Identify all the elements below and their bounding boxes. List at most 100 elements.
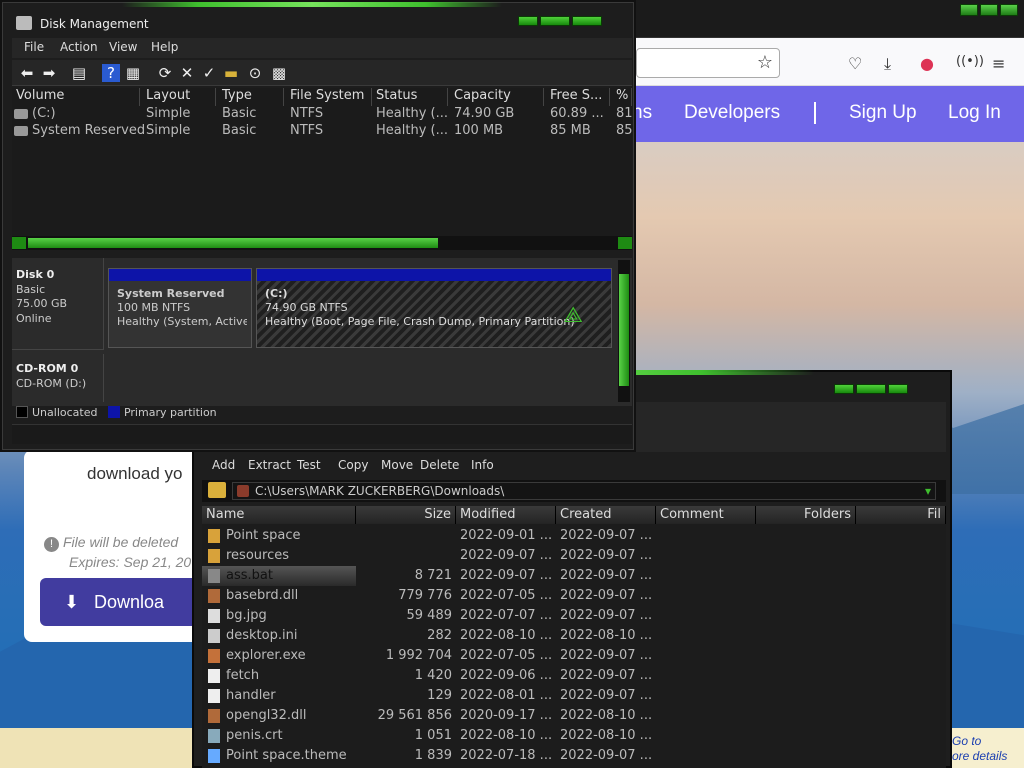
download-button[interactable]: ⬇ Downloa bbox=[40, 578, 204, 626]
extension2-icon[interactable]: ((•)) bbox=[956, 54, 984, 69]
menu-action[interactable]: Action bbox=[60, 40, 98, 54]
pocket-icon[interactable]: ♡ bbox=[848, 54, 862, 73]
file-row[interactable]: penis.crt 1 051 2022-08-10 ... 2022-08-10 .… bbox=[202, 726, 946, 746]
folder-up-icon[interactable] bbox=[208, 482, 226, 498]
refresh-icon[interactable]: ⟳ bbox=[156, 64, 174, 82]
volume-cell-pct[interactable]: 81 bbox=[616, 106, 633, 121]
col-layout[interactable]: Layout bbox=[142, 88, 216, 106]
menu-copy[interactable]: Copy bbox=[338, 458, 368, 472]
close-button[interactable] bbox=[888, 384, 908, 394]
col-filesystem[interactable]: File System bbox=[286, 88, 372, 106]
col-size[interactable]: Size bbox=[356, 506, 456, 524]
col-type[interactable]: Type bbox=[218, 88, 284, 106]
nav-link-developers[interactable]: Developers bbox=[684, 102, 780, 124]
console-tree-icon[interactable]: ▤ bbox=[70, 64, 88, 82]
col-modified[interactable]: Modified bbox=[456, 506, 556, 524]
volume-cell-fs[interactable]: NTFS bbox=[290, 106, 323, 121]
volume-cell-status[interactable]: Healthy (... bbox=[376, 123, 448, 138]
menu-move[interactable]: Move bbox=[381, 458, 413, 472]
url-bar[interactable]: ☆ bbox=[636, 48, 780, 78]
extension-icon[interactable]: ● bbox=[920, 54, 934, 73]
col-folders[interactable]: Folders bbox=[756, 506, 856, 524]
file-row[interactable]: handler 129 2022-08-01 ... 2022-09-07 ... bbox=[202, 686, 946, 706]
file-row[interactable]: desktop.ini 282 2022-08-10 ... 2022-08-10 .… bbox=[202, 626, 946, 646]
col-status[interactable]: Status bbox=[372, 88, 448, 106]
volume-cell-type[interactable]: Basic bbox=[222, 106, 256, 121]
open-folder-icon[interactable]: ▬ bbox=[222, 64, 240, 82]
col-percent[interactable]: % bbox=[612, 88, 632, 106]
legend-unallocated: Unallocated bbox=[32, 406, 98, 419]
file-row[interactable]: fetch 1 420 2022-09-06 ... 2022-09-07 ... bbox=[202, 666, 946, 686]
col-name[interactable]: Name bbox=[202, 506, 356, 524]
details-hint[interactable]: Go to ore details bbox=[952, 734, 1007, 764]
menu-add[interactable]: Add bbox=[212, 458, 235, 472]
bookmark-star-icon[interactable]: ☆ bbox=[757, 52, 773, 73]
check-icon[interactable]: ✓ bbox=[200, 64, 218, 82]
menu-help[interactable]: Help bbox=[151, 40, 178, 54]
file-row[interactable]: Point space.theme 1 839 2022-07-18 ... 2022… bbox=[202, 746, 946, 766]
scroll-right-icon[interactable] bbox=[618, 237, 632, 249]
file-row[interactable]: ass.bat 8 721 2022-09-07 ... 2022-09-07 ... bbox=[202, 566, 652, 586]
col-files[interactable]: Fil bbox=[856, 506, 946, 524]
vertical-scrollbar[interactable] bbox=[618, 260, 630, 402]
properties-icon[interactable]: ▦ bbox=[124, 64, 142, 82]
minimize-button[interactable] bbox=[960, 4, 978, 16]
col-created[interactable]: Created bbox=[556, 506, 656, 524]
col-capacity[interactable]: Capacity bbox=[450, 88, 544, 106]
menu-view[interactable]: View bbox=[109, 40, 137, 54]
menu-extract[interactable]: Extract bbox=[248, 458, 291, 472]
forward-arrow-icon[interactable]: ➡ bbox=[40, 64, 58, 82]
file-row[interactable]: bg.jpg 59 489 2022-07-07 ... 2022-09-07 ... bbox=[202, 606, 946, 626]
volume-cell-fs[interactable]: NTFS bbox=[290, 123, 323, 138]
col-free-space[interactable]: Free S... bbox=[546, 88, 610, 106]
menu-info[interactable]: Info bbox=[471, 458, 494, 472]
partition-c[interactable]: (C:) 74.90 GB NTFS Healthy (Boot, Page F… bbox=[256, 268, 612, 348]
horizontal-scrollbar[interactable] bbox=[12, 236, 632, 250]
file-row[interactable]: Point space 2022-09-01 ... 2022-09-07 ... bbox=[202, 526, 946, 546]
close-button[interactable] bbox=[572, 16, 602, 26]
col-comment[interactable]: Comment bbox=[656, 506, 756, 524]
path-field[interactable]: C:\Users\MARK ZUCKERBERG\Downloads\ ▾ bbox=[232, 482, 936, 500]
volume-cell-layout[interactable]: Simple bbox=[146, 123, 190, 138]
volume-cell-volume[interactable]: System Reserved bbox=[32, 123, 145, 138]
file-row[interactable]: resources 2022-09-07 ... 2022-09-07 ... bbox=[202, 546, 946, 566]
maximize-button[interactable] bbox=[540, 16, 570, 26]
volume-cell-free[interactable]: 60.89 ... bbox=[550, 106, 604, 121]
delete-icon[interactable]: ✕ bbox=[178, 64, 196, 82]
cdrom0-header[interactable]: CD-ROM 0 CD-ROM (D:) bbox=[12, 354, 104, 402]
download-icon[interactable]: ⤓ bbox=[884, 54, 891, 74]
search-icon[interactable]: ⊙ bbox=[246, 64, 264, 82]
dropdown-arrow-icon[interactable]: ▾ bbox=[925, 484, 931, 498]
volume-cell-free[interactable]: 85 MB bbox=[550, 123, 591, 138]
menu-test[interactable]: Test bbox=[297, 458, 321, 472]
col-volume[interactable]: Volume bbox=[12, 88, 140, 106]
nav-link-sign-up[interactable]: Sign Up bbox=[849, 102, 917, 124]
volume-cell-layout[interactable]: Simple bbox=[146, 106, 190, 121]
maximize-button[interactable] bbox=[856, 384, 886, 394]
menu-delete[interactable]: Delete bbox=[420, 458, 459, 472]
scroll-thumb[interactable] bbox=[619, 274, 629, 386]
volume-cell-capacity[interactable]: 100 MB bbox=[454, 123, 503, 138]
minimize-button[interactable] bbox=[518, 16, 538, 26]
volume-cell-type[interactable]: Basic bbox=[222, 123, 256, 138]
file-row[interactable]: opengl32.dll 29 561 856 2020-09-17 ... 2022… bbox=[202, 706, 946, 726]
maximize-button[interactable] bbox=[980, 4, 998, 16]
minimize-button[interactable] bbox=[834, 384, 854, 394]
volume-cell-pct[interactable]: 85 bbox=[616, 123, 633, 138]
file-row[interactable]: explorer.exe 1 992 704 2022-07-05 ... 2022-… bbox=[202, 646, 946, 666]
nav-link-log-in[interactable]: Log In bbox=[948, 102, 1001, 124]
menu-file[interactable]: File bbox=[24, 40, 44, 54]
volume-cell-capacity[interactable]: 74.90 GB bbox=[454, 106, 514, 121]
volume-cell-status[interactable]: Healthy (... bbox=[376, 106, 448, 121]
hamburger-menu-icon[interactable]: ≡ bbox=[992, 54, 1005, 73]
file-row[interactable]: basebrd.dll 779 776 2022-07-05 ... 2022-09-… bbox=[202, 586, 946, 606]
back-arrow-icon[interactable]: ⬅ bbox=[18, 64, 36, 82]
disk0-header[interactable]: Disk 0 Basic 75.00 GB Online bbox=[12, 258, 104, 350]
scroll-left-icon[interactable] bbox=[12, 237, 26, 249]
partition-system-reserved[interactable]: System Reserved 100 MB NTFS Healthy (Sys… bbox=[108, 268, 252, 348]
scroll-thumb[interactable] bbox=[28, 238, 438, 248]
help-icon[interactable]: ? bbox=[102, 64, 120, 82]
close-button[interactable] bbox=[1000, 4, 1018, 16]
volume-cell-volume[interactable]: (C:) bbox=[32, 106, 56, 121]
grid-icon[interactable]: ▩ bbox=[270, 64, 288, 82]
